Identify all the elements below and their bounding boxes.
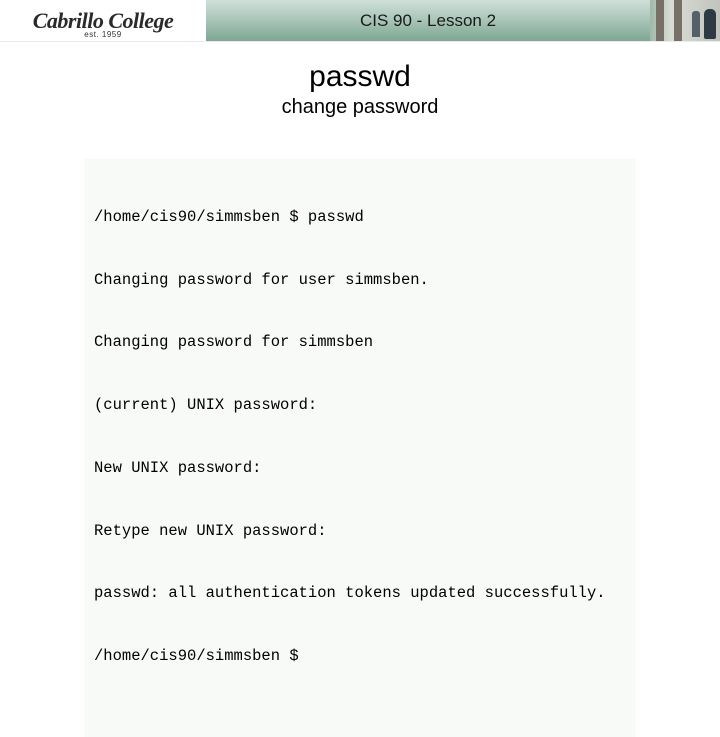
terminal-line: Changing password for simmsben bbox=[94, 332, 626, 353]
command-subtitle: change password bbox=[30, 96, 690, 119]
terminal-line: passwd: all authentication tokens update… bbox=[94, 583, 626, 604]
terminal-line: New UNIX password: bbox=[94, 458, 626, 479]
header-banner: Cabrillo College est. 1959 CIS 90 - Less… bbox=[0, 0, 720, 42]
banner-photo bbox=[650, 0, 720, 41]
slide-content: passwd change password /home/cis90/simms… bbox=[0, 42, 720, 737]
terminal-output: /home/cis90/simmsben $ passwd Changing p… bbox=[84, 159, 636, 737]
terminal-line: Retype new UNIX password: bbox=[94, 521, 626, 542]
logo-est: est. 1959 bbox=[84, 30, 121, 39]
command-title: passwd bbox=[30, 60, 690, 94]
terminal-line: Changing password for user simmsben. bbox=[94, 270, 626, 291]
terminal-line: /home/cis90/simmsben $ bbox=[94, 646, 626, 667]
lesson-title-bar: CIS 90 - Lesson 2 bbox=[206, 0, 650, 41]
terminal-line: (current) UNIX password: bbox=[94, 395, 626, 416]
college-logo: Cabrillo College est. 1959 bbox=[0, 0, 206, 41]
lesson-title: CIS 90 - Lesson 2 bbox=[360, 11, 496, 31]
terminal-line: /home/cis90/simmsben $ passwd bbox=[94, 207, 626, 228]
